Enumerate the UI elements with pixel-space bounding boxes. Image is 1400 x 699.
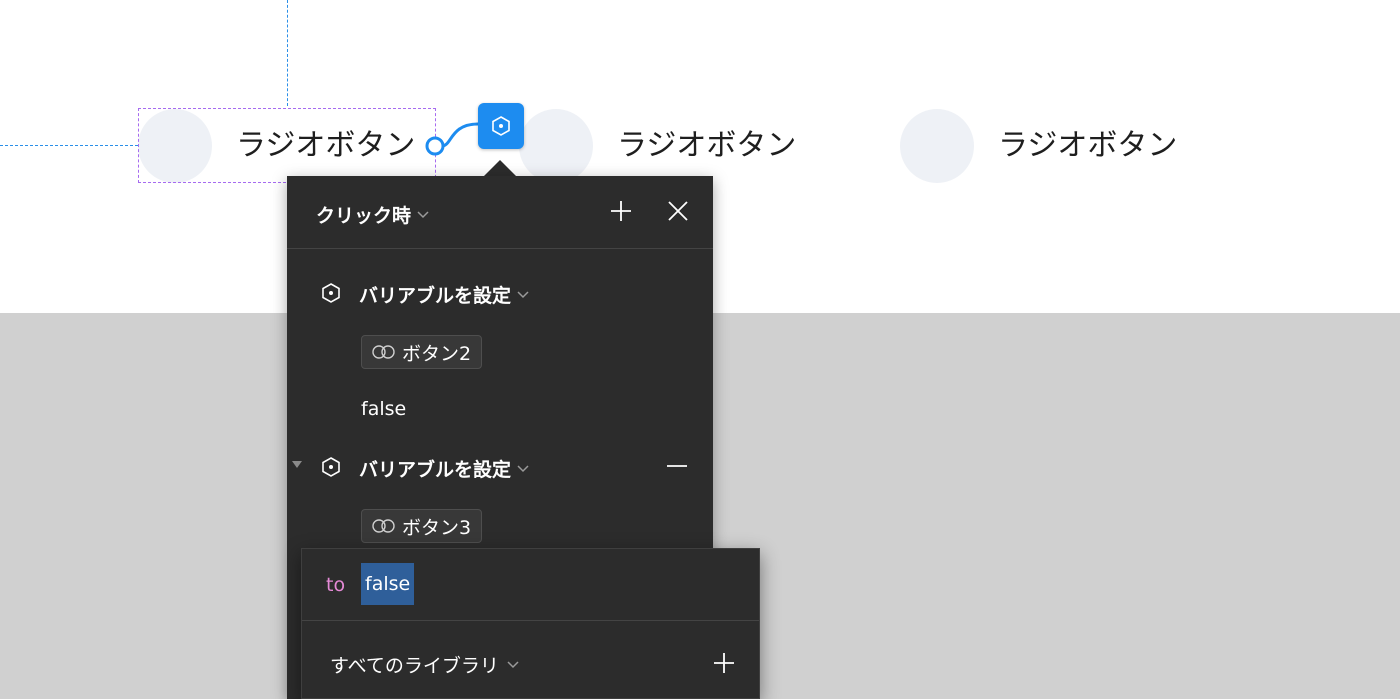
trigger-dropdown[interactable]: クリック時 — [316, 201, 429, 228]
selection-outline — [138, 108, 436, 183]
plus-icon — [611, 201, 631, 221]
chevron-down-icon — [417, 210, 429, 218]
collapse-arrow-icon[interactable] — [292, 461, 302, 468]
action-label: バリアブルを設定 — [359, 459, 512, 481]
action-type-dropdown[interactable]: バリアブルを設定 — [359, 455, 529, 482]
close-icon — [668, 201, 688, 221]
library-label: すべてのライブラリ — [330, 655, 499, 677]
variable-hexagon-icon — [322, 457, 340, 477]
chevron-down-icon — [507, 660, 519, 668]
radio-circle-2[interactable] — [519, 109, 593, 183]
library-dropdown[interactable]: すべてのライブラリ — [330, 651, 519, 678]
variable-pill-2[interactable]: ボタン3 — [361, 509, 483, 543]
to-label: to — [326, 574, 346, 596]
chevron-down-icon — [517, 290, 529, 298]
variable-node[interactable] — [478, 103, 524, 149]
radio-label-2[interactable]: ラジオボタン — [617, 131, 796, 161]
variable-value[interactable]: false — [361, 398, 406, 420]
panel-caret — [484, 160, 516, 176]
horizontal-guide-line — [0, 145, 138, 146]
minus-icon — [667, 465, 687, 467]
variable-hexagon-icon — [492, 116, 510, 136]
value-input[interactable]: false — [361, 563, 415, 605]
variable-pill-1[interactable]: ボタン2 — [361, 335, 483, 369]
radio-label-3[interactable]: ラジオボタン — [998, 131, 1177, 161]
action-set-variable-2[interactable]: バリアブルを設定 — [287, 452, 713, 482]
chevron-down-icon — [517, 464, 529, 472]
variable-name: ボタン2 — [402, 342, 472, 365]
plus-icon — [714, 653, 734, 673]
trigger-label: クリック時 — [316, 205, 412, 227]
variable-value-popup: to false すべてのライブラリ — [301, 548, 760, 699]
remove-action-button[interactable] — [665, 454, 689, 478]
action-label: バリアブルを設定 — [359, 285, 512, 307]
create-variable-button[interactable] — [711, 650, 737, 676]
boolean-toggle-icon — [372, 519, 395, 533]
variable-name: ボタン3 — [402, 516, 472, 539]
add-interaction-button[interactable] — [608, 198, 634, 224]
close-panel-button[interactable] — [665, 198, 691, 224]
action-set-variable-1[interactable]: バリアブルを設定 — [287, 278, 713, 308]
panel-header: クリック時 — [287, 176, 713, 249]
vertical-guide-line — [287, 0, 288, 106]
boolean-toggle-icon — [372, 345, 395, 359]
value-editor-row: to false — [302, 549, 759, 621]
radio-circle-3[interactable] — [900, 109, 974, 183]
action-type-dropdown[interactable]: バリアブルを設定 — [359, 281, 529, 308]
variable-hexagon-icon — [322, 283, 340, 303]
